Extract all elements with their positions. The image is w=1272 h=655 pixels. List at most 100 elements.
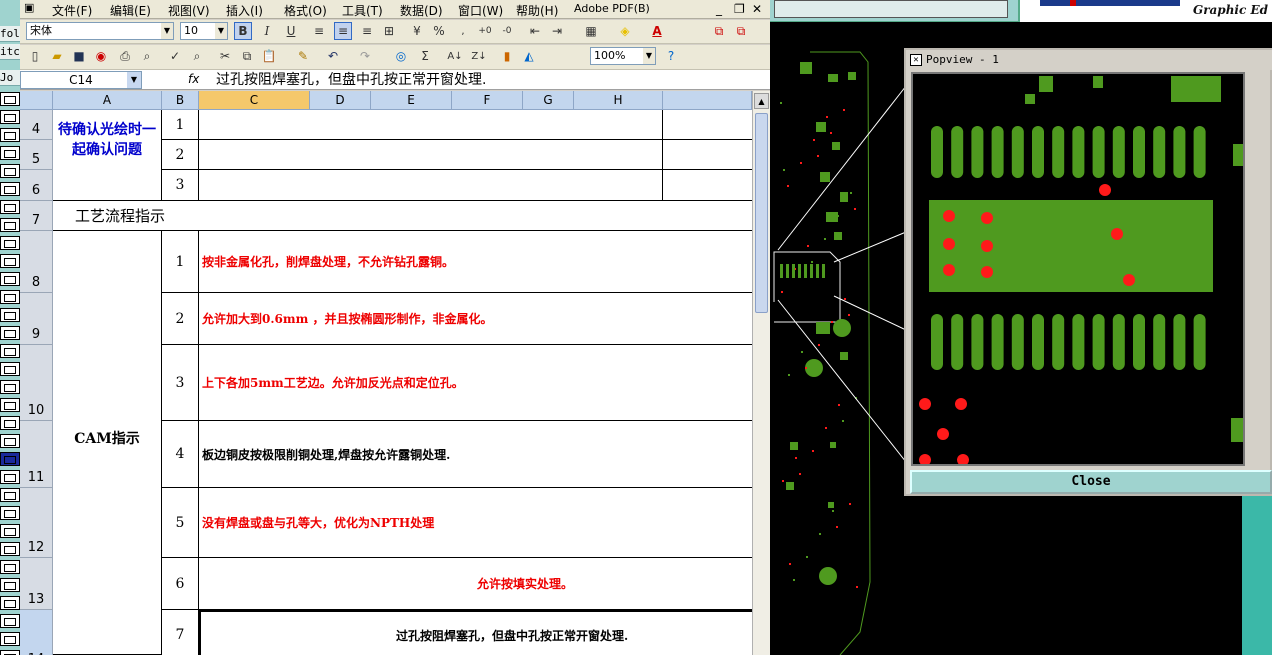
chevron-down-icon[interactable]: ▼ xyxy=(127,72,141,88)
side-list-item[interactable] xyxy=(0,416,20,430)
scroll-thumb[interactable] xyxy=(755,113,768,313)
process-title-cell[interactable]: 工艺流程指示 xyxy=(53,201,752,231)
side-list-item[interactable] xyxy=(0,164,20,178)
decrease-indent-icon[interactable]: ⇤ xyxy=(526,22,544,40)
col-header-g[interactable]: G xyxy=(523,91,574,110)
menu-adobe-pdf[interactable]: Adobe PDF(B) xyxy=(574,2,650,15)
col-header-f[interactable]: F xyxy=(452,91,523,110)
menu-help[interactable]: 帮助(H) xyxy=(516,2,558,19)
side-list-item[interactable] xyxy=(0,542,20,556)
side-list-item[interactable] xyxy=(0,290,20,304)
confirm-item-1[interactable]: 1 xyxy=(162,110,199,140)
save-icon[interactable]: ■ xyxy=(70,47,88,65)
instruction-text-2[interactable]: 允许加大到0.6mm ，并且按椭圆形制作，非金属化。 xyxy=(199,293,752,345)
instruction-num-5[interactable]: 5 xyxy=(162,488,199,558)
vertical-scrollbar[interactable]: ▲ xyxy=(752,91,770,655)
menu-edit[interactable]: 编辑(E) xyxy=(110,2,151,19)
row-header-6[interactable]: 6 xyxy=(20,170,53,201)
fx-icon[interactable]: fx xyxy=(188,72,199,86)
instruction-text-6[interactable]: 允许按填实处理。 xyxy=(199,558,752,610)
row-header-10[interactable]: 10 xyxy=(20,345,53,421)
instruction-num-4[interactable]: 4 xyxy=(162,421,199,488)
worksheet-grid[interactable]: A B C D E F G H 4 5 6 7 8 9 10 11 12 13 … xyxy=(20,91,752,655)
redo-icon[interactable]: ↷ xyxy=(356,47,374,65)
side-list-item[interactable] xyxy=(0,470,20,484)
blank-cell[interactable] xyxy=(663,170,752,201)
confirm-text-2[interactable] xyxy=(199,140,663,170)
instruction-num-1[interactable]: 1 xyxy=(162,231,199,293)
percent-icon[interactable]: % xyxy=(430,22,448,40)
scroll-up-icon[interactable]: ▲ xyxy=(754,93,769,109)
col-header-c[interactable]: C xyxy=(199,91,310,110)
currency-icon[interactable]: ¥ xyxy=(408,22,426,40)
chart-wizard-icon[interactable]: ▮ xyxy=(498,47,516,65)
increase-indent-icon[interactable]: ⇥ xyxy=(548,22,566,40)
side-list-item[interactable] xyxy=(0,218,20,232)
side-list-item[interactable] xyxy=(0,380,20,394)
instruction-num-3[interactable]: 3 xyxy=(162,345,199,421)
autosum-icon[interactable]: Σ xyxy=(416,47,434,65)
chevron-down-icon[interactable]: ▼ xyxy=(161,23,173,39)
instruction-text-5[interactable]: 没有焊盘或盘与孔等大，优化为NPTH处理 xyxy=(199,488,752,558)
chevron-down-icon[interactable]: ▼ xyxy=(643,48,655,64)
side-list-item[interactable] xyxy=(0,650,20,655)
instruction-text-4[interactable]: 板边铜皮按极限削铜处理,焊盘按允许露铜处理. xyxy=(199,421,752,488)
popview-window-icon[interactable]: ✕ xyxy=(910,54,922,66)
font-name-combo[interactable]: 宋体 ▼ xyxy=(26,22,174,40)
blank-cell[interactable] xyxy=(663,110,752,140)
open-folder-icon[interactable]: ▰ xyxy=(48,47,66,65)
confirm-item-3[interactable]: 3 xyxy=(162,170,199,201)
increase-decimal-icon[interactable]: +0 xyxy=(476,22,494,40)
drawing-icon[interactable]: ◭ xyxy=(520,47,538,65)
pdf-email-icon[interactable]: ⧉ xyxy=(732,22,750,40)
hyperlink-icon[interactable]: ◎ xyxy=(392,47,410,65)
underline-button[interactable]: U xyxy=(282,22,300,40)
col-header-h[interactable]: H xyxy=(574,91,663,110)
side-list-item[interactable] xyxy=(0,236,20,250)
row-header-12[interactable]: 12 xyxy=(20,488,53,558)
col-header-e[interactable]: E xyxy=(371,91,452,110)
row-header-7[interactable]: 7 xyxy=(20,201,53,231)
print-icon[interactable]: ⎙ xyxy=(116,47,134,65)
confirm-label-cell[interactable]: 待确认光绘时一起确认问题 xyxy=(53,110,162,201)
side-list-item[interactable] xyxy=(0,110,20,124)
side-list-item[interactable] xyxy=(0,182,20,196)
instruction-text-1[interactable]: 按非金属化孔，削焊盘处理，不允许钻孔露铜。 xyxy=(199,231,752,293)
chevron-down-icon[interactable]: ▼ xyxy=(215,23,227,39)
sort-ascending-icon[interactable]: A↓ xyxy=(446,47,464,65)
font-size-combo[interactable]: 10 ▼ xyxy=(180,22,228,40)
row-header-5[interactable]: 5 xyxy=(20,140,53,170)
side-list-item[interactable] xyxy=(0,326,20,340)
col-header-a[interactable]: A xyxy=(53,91,162,110)
instruction-text-3[interactable]: 上下各加5mm工艺边。允许加反光点和定位孔。 xyxy=(199,345,752,421)
new-file-icon[interactable]: ▯ xyxy=(26,47,44,65)
side-list-item[interactable] xyxy=(0,596,20,610)
instruction-num-6[interactable]: 6 xyxy=(162,558,199,610)
side-list-item[interactable] xyxy=(0,272,20,286)
select-all-corner[interactable] xyxy=(20,91,53,110)
fill-color-icon[interactable]: ◈ xyxy=(616,22,634,40)
row-header-4[interactable]: 4 xyxy=(20,110,53,140)
side-list-item[interactable] xyxy=(0,578,20,592)
side-list-item[interactable] xyxy=(0,488,20,502)
align-right-icon[interactable]: ≡ xyxy=(358,22,376,40)
row-header-9[interactable]: 9 xyxy=(20,293,53,345)
side-list-item[interactable] xyxy=(0,254,20,268)
sort-descending-icon[interactable]: Z↓ xyxy=(470,47,488,65)
pdf-convert-icon[interactable]: ⧉ xyxy=(710,22,728,40)
row-header-14[interactable]: 14 xyxy=(20,610,53,655)
name-box[interactable]: C14 ▼ xyxy=(20,71,142,89)
side-list-item[interactable] xyxy=(0,506,20,520)
side-list-item[interactable] xyxy=(0,614,20,628)
print-preview-icon[interactable]: ⌕ xyxy=(138,47,156,65)
comma-style-icon[interactable]: , xyxy=(454,22,472,40)
help-icon[interactable]: ? xyxy=(662,47,680,65)
undo-icon[interactable]: ↶ xyxy=(324,47,342,65)
decrease-decimal-icon[interactable]: -0 xyxy=(498,22,516,40)
col-header-d[interactable]: D xyxy=(310,91,371,110)
instruction-num-2[interactable]: 2 xyxy=(162,293,199,345)
permission-icon[interactable]: ◉ xyxy=(92,47,110,65)
close-icon[interactable]: ✕ xyxy=(752,2,762,16)
confirm-text-1[interactable] xyxy=(199,110,663,140)
spelling-icon[interactable]: ✓ xyxy=(166,47,184,65)
